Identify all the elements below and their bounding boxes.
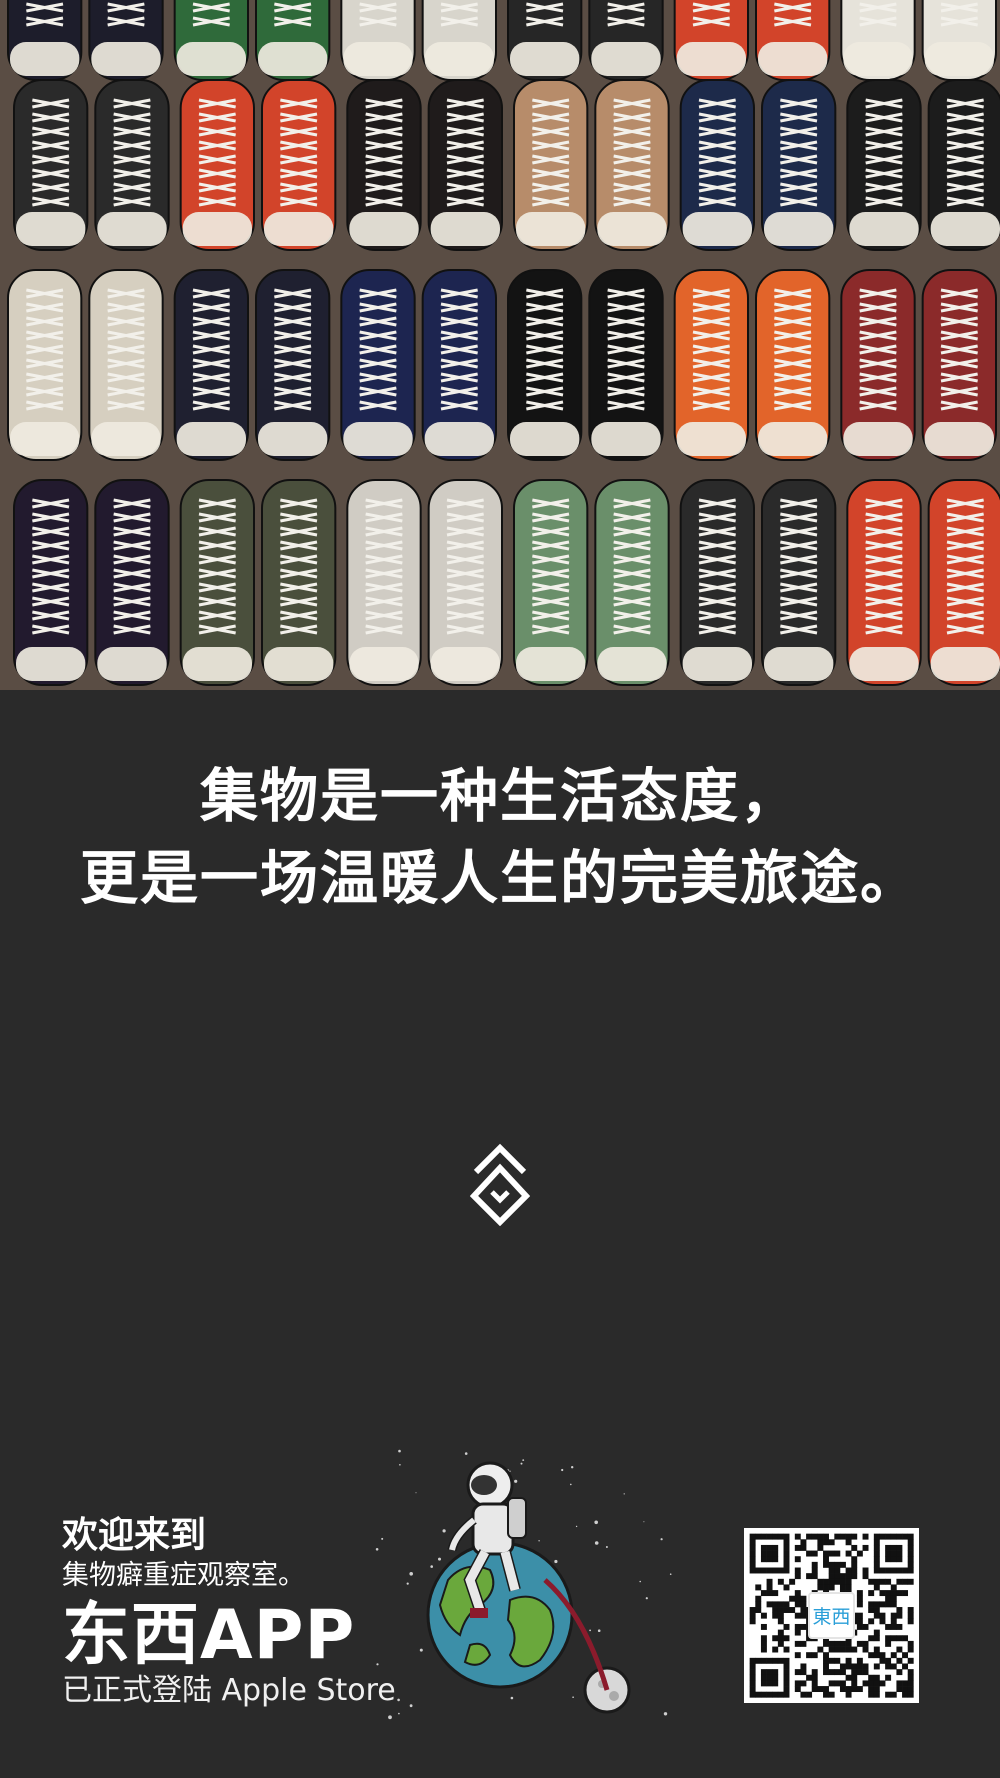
sneaker-shape [927, 79, 1000, 251]
sneaker-shape [13, 79, 89, 251]
sneaker-shape [513, 479, 589, 686]
sneaker-shape [840, 269, 916, 461]
headline-line-1: 集物是一种生活态度， [199, 762, 800, 830]
dongxi-diamond-icon [469, 1142, 531, 1227]
sneaker-shape [840, 0, 916, 81]
headline-line-2: 更是一场温暖人生的完美旅途。 [79, 844, 920, 912]
sneaker-shape [94, 479, 170, 686]
sneaker-shape [679, 79, 756, 251]
sneaker-shape [7, 269, 83, 461]
sneaker-shape [173, 0, 249, 81]
sneaker-shape [7, 0, 83, 81]
sneaker-shape [421, 269, 497, 461]
sneaker-shape [346, 479, 422, 686]
sneaker-shape [427, 79, 503, 251]
sneaker-shape [255, 269, 331, 461]
headline: 集物是一种生活态度， 更是一场温暖人生的完美旅途。 [0, 755, 1000, 919]
qr-code-icon: 東西 [744, 1528, 919, 1703]
sneaker-shape [255, 0, 331, 81]
promo-welcome: 欢迎来到 [62, 1515, 207, 1556]
promo-block: 欢迎来到 集物癖重症观察室。 东西APP 已正式登陆 Apple Store [62, 1513, 422, 1709]
sneaker-shape [427, 479, 503, 686]
sneaker-shape [761, 79, 837, 251]
sneaker-shape [761, 479, 837, 686]
sneaker-shape [673, 0, 749, 81]
sneaker-shape [340, 0, 416, 81]
sneaker-shape [261, 479, 337, 686]
sneaker-shape [921, 269, 998, 461]
sneaker-shape [927, 479, 1000, 686]
sneaker-shape [588, 269, 664, 461]
sneaker-shape [594, 79, 670, 251]
sneaker-shape [673, 269, 750, 461]
sneaker-shape [88, 269, 164, 461]
promo-subtitle: 集物癖重症观察室。 [62, 1560, 305, 1591]
sneaker-shape [507, 269, 583, 461]
astronaut-on-earth-icon [370, 1440, 680, 1740]
qr-logo-badge: 東西 [808, 1592, 855, 1639]
sneaker-shape [846, 79, 922, 251]
promo-app-name: 东西APP [62, 1596, 356, 1675]
sneaker-shape [846, 479, 922, 686]
sneaker-shape [179, 479, 256, 686]
sneaker-shape [679, 479, 756, 686]
sneakers-photo-illustration [0, 0, 1000, 690]
sneaker-shape [261, 79, 337, 251]
sneaker-shape [755, 0, 831, 81]
sneaker-shape [513, 79, 589, 251]
hero-sneakers-photo [0, 0, 1000, 690]
sneaker-shape [13, 479, 89, 686]
sneaker-shape [921, 0, 997, 81]
sneaker-shape [421, 0, 497, 81]
sneaker-shape [507, 0, 583, 81]
sneaker-shape [173, 269, 250, 461]
sneaker-shape [588, 0, 664, 81]
sneaker-shape [94, 79, 170, 251]
sneaker-shape [346, 79, 422, 251]
sneaker-shape [594, 479, 670, 686]
sneaker-shape [179, 79, 256, 251]
sneaker-shape [88, 0, 164, 81]
sneaker-shape [340, 269, 416, 461]
promo-store-line: 已正式登陆 Apple Store [62, 1673, 396, 1708]
sneaker-shape [755, 269, 831, 461]
